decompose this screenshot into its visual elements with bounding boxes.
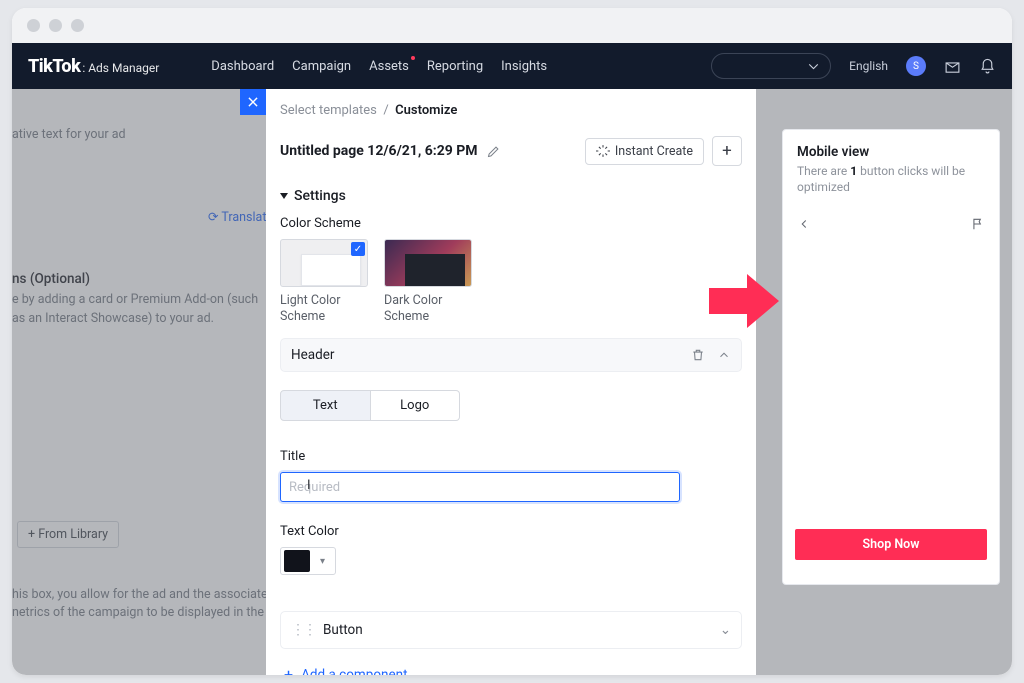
avatar[interactable]: S: [906, 56, 926, 76]
top-nav: TikTok: Ads Manager Dashboard Campaign A…: [12, 43, 1012, 89]
from-library-button: + From Library: [17, 521, 119, 548]
language-selector[interactable]: English: [849, 59, 888, 73]
color-scheme-label: Color Scheme: [280, 216, 742, 231]
title-input[interactable]: [280, 472, 680, 502]
brand: TikTok: Ads Manager: [28, 56, 159, 77]
chevron-up-icon[interactable]: [717, 348, 731, 362]
text-color-picker[interactable]: ▾: [280, 547, 336, 575]
customize-panel: Select templates / Customize Untitled pa…: [266, 89, 756, 675]
color-scheme-dark[interactable]: Dark Color Scheme: [384, 239, 472, 324]
check-icon: ✓: [351, 242, 365, 256]
page-title: Untitled page 12/6/21, 6:29 PM: [280, 143, 478, 159]
annotation-arrow-icon: [709, 274, 779, 328]
assets-notification-dot: [411, 56, 415, 60]
nav-campaign[interactable]: Campaign: [292, 59, 351, 74]
bell-icon[interactable]: [979, 58, 996, 75]
drag-handle-icon[interactable]: ⋮⋮: [291, 622, 315, 638]
bg-text: ative text for your ad: [12, 127, 126, 142]
nav-reporting[interactable]: Reporting: [427, 59, 483, 74]
inbox-icon[interactable]: [944, 58, 961, 75]
chevron-down-icon: ▾: [310, 556, 335, 567]
bg-bottom1: his box, you allow for the ad and the as…: [12, 587, 275, 602]
breadcrumb: Select templates / Customize: [266, 103, 756, 130]
close-icon: [246, 95, 260, 109]
magic-icon: [596, 144, 610, 158]
translate-link: ⟳ Translat: [208, 209, 266, 225]
search-dropdown[interactable]: [711, 53, 831, 79]
trash-icon[interactable]: [691, 348, 705, 362]
window-dot: [27, 19, 40, 32]
button-component-card[interactable]: ⋮⋮ Button ⌄: [280, 611, 742, 649]
add-page-button[interactable]: +: [712, 136, 742, 166]
settings-section-toggle[interactable]: Settings: [280, 188, 742, 204]
flag-icon[interactable]: [971, 217, 985, 231]
triangle-down-icon: [280, 193, 288, 199]
window-dot: [71, 19, 84, 32]
nav-dashboard[interactable]: Dashboard: [211, 59, 274, 74]
breadcrumb-customize: Customize: [395, 103, 457, 118]
add-component-button[interactable]: + Add a component: [280, 657, 742, 675]
bg-sub: e by adding a card or Premium Add-on (su…: [12, 291, 262, 329]
instant-create-button[interactable]: Instant Create: [585, 138, 704, 165]
nav-assets[interactable]: Assets: [369, 59, 409, 74]
color-scheme-light[interactable]: ✓ Light Color Scheme: [280, 239, 368, 324]
preview-subtitle: There are 1 button clicks will be optimi…: [797, 163, 985, 195]
tab-text[interactable]: Text: [280, 390, 371, 421]
breadcrumb-templates[interactable]: Select templates: [280, 103, 377, 118]
preview-title: Mobile view: [797, 144, 985, 160]
header-card-title: Header: [291, 347, 334, 363]
window-dot: [49, 19, 62, 32]
nav-insights[interactable]: Insights: [501, 59, 547, 74]
header-component-card: Header: [280, 338, 742, 372]
title-field-label: Title: [280, 449, 742, 464]
bg-heading: ns (Optional): [12, 271, 90, 287]
shop-now-button[interactable]: Shop Now: [795, 529, 987, 560]
tab-logo[interactable]: Logo: [371, 390, 461, 421]
color-swatch: [284, 550, 310, 572]
chevron-left-icon[interactable]: [797, 217, 811, 231]
text-color-label: Text Color: [280, 524, 742, 539]
chevron-down-icon: [805, 58, 822, 75]
chevron-down-icon: ⌄: [720, 622, 731, 638]
plus-icon: +: [284, 665, 293, 675]
browser-titlebar: [12, 8, 1012, 43]
edit-title-icon[interactable]: [486, 144, 501, 159]
close-panel-button[interactable]: [240, 89, 266, 115]
mobile-preview-panel: Mobile view There are 1 button clicks wi…: [782, 129, 1000, 585]
